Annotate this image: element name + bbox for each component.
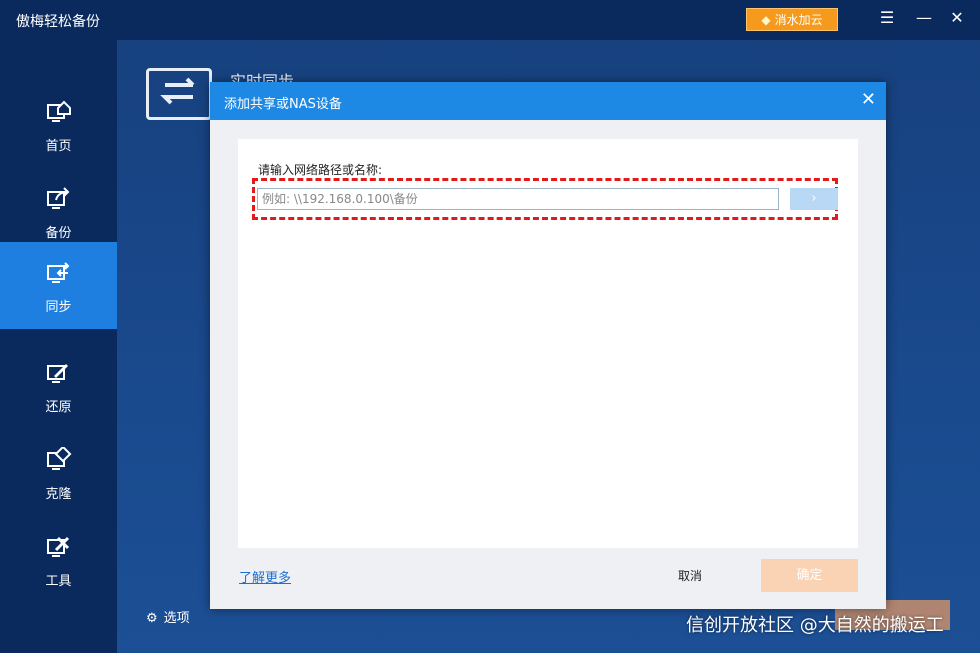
clone-monitor-icon — [47, 447, 72, 470]
sidebar-item-label: 首页 — [45, 139, 72, 154]
options-label: 选项 — [163, 611, 190, 626]
sync-monitor-icon — [146, 68, 212, 120]
tools-monitor-icon — [47, 536, 70, 557]
sidebar-item-sync[interactable]: 同步 — [0, 242, 117, 329]
go-button[interactable]: › — [790, 188, 838, 210]
minimize-button[interactable]: — — [913, 8, 935, 27]
upgrade-button[interactable]: ◆ 消水加云 — [746, 8, 838, 31]
learn-more-link[interactable]: 了解更多 — [239, 567, 291, 586]
restore-monitor-icon — [47, 364, 68, 383]
home-monitor-icon — [47, 100, 71, 122]
network-path-input[interactable] — [257, 188, 779, 210]
close-icon[interactable]: ✕ — [861, 89, 876, 110]
sidebar-item-label: 克隆 — [45, 487, 72, 502]
ok-button[interactable]: 确定 — [761, 559, 858, 592]
watermark: 信创开放社区 @大自然的搬运工 — [686, 615, 944, 636]
upgrade-label: 消水加云 — [774, 13, 823, 27]
dialog-title: 添加共享或NAS设备 — [224, 97, 342, 112]
sidebar: 首页 备份 同步 还原 克隆 工具 — [0, 40, 117, 653]
sync-arrows-icon — [160, 77, 195, 105]
sidebar-item-clone[interactable]: 克隆 — [0, 429, 117, 516]
menu-icon[interactable]: ☰ — [876, 8, 898, 27]
dialog-body: 请输入网络路径或名称: › — [238, 139, 858, 548]
backup-monitor-icon — [47, 187, 70, 209]
dialog-header: 添加共享或NAS设备 ✕ — [210, 82, 886, 120]
sidebar-item-label: 同步 — [45, 300, 72, 315]
options-button[interactable]: ⚙ 选项 — [146, 607, 190, 626]
sync-monitor-icon — [47, 262, 70, 283]
app-title: 傲梅轻松备份 — [16, 14, 100, 30]
sidebar-item-tools[interactable]: 工具 — [0, 516, 117, 603]
title-bar: 傲梅轻松备份 ◆ 消水加云 ☰ — ✕ — [0, 0, 980, 40]
cancel-button[interactable]: 取消 — [678, 567, 702, 584]
add-nas-dialog: 添加共享或NAS设备 ✕ 请输入网络路径或名称: › 了解更多 取消 确定 — [210, 82, 886, 609]
diamond-icon: ◆ — [761, 13, 771, 27]
sidebar-item-label: 备份 — [45, 226, 72, 241]
path-field-label: 请输入网络路径或名称: — [258, 163, 383, 177]
sidebar-item-home[interactable]: 首页 — [0, 81, 117, 168]
close-window-button[interactable]: ✕ — [946, 8, 968, 27]
sidebar-item-restore[interactable]: 还原 — [0, 342, 117, 429]
sidebar-item-label: 工具 — [45, 574, 72, 589]
sidebar-item-label: 还原 — [45, 400, 72, 415]
gear-icon: ⚙ — [146, 611, 158, 626]
